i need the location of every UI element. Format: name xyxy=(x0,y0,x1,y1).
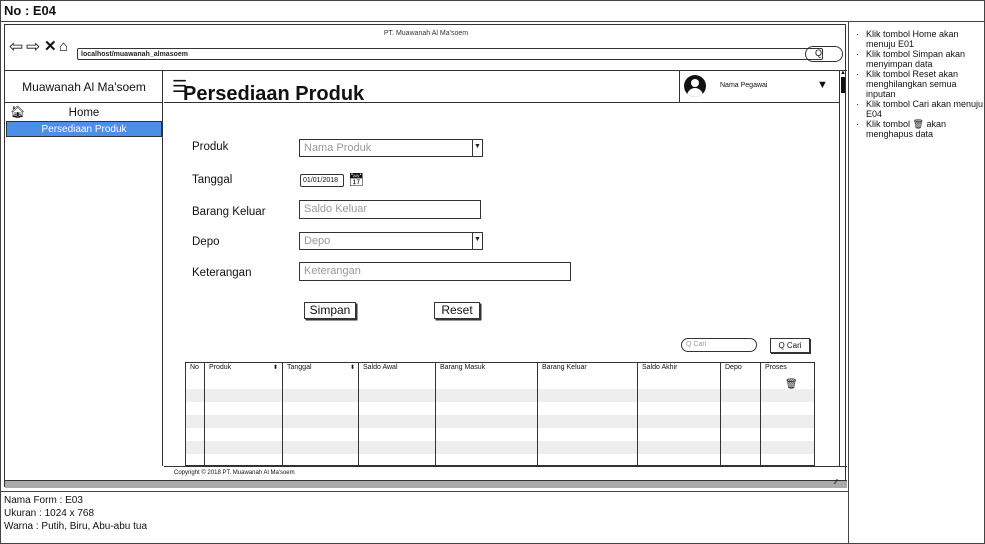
note-item: Klik tombol Home akan menuju E01 xyxy=(856,29,984,49)
column-barang-keluar xyxy=(538,363,638,467)
barang-keluar-label: Barang Keluar xyxy=(192,206,266,218)
produk-select[interactable]: Nama Produk ▼ xyxy=(299,139,483,157)
column-tanggal xyxy=(283,363,359,467)
scroll-up-icon[interactable]: ▲ xyxy=(840,70,846,76)
column-produk xyxy=(205,363,283,467)
trash-icon[interactable]: 🗑︎ xyxy=(785,379,798,390)
form-colors: Warna : Putih, Biru, Abu-abu tua xyxy=(4,521,148,532)
note-item: Klik tombol Simpan akan menyimpan data xyxy=(856,49,984,69)
table-header-saldo-awal[interactable]: Saldo Awal xyxy=(363,364,398,371)
keterangan-label: Keterangan xyxy=(192,267,252,279)
column-depo xyxy=(721,363,761,467)
avatar xyxy=(684,75,706,97)
close-icon[interactable]: ✕ xyxy=(44,38,57,55)
forward-icon[interactable]: ⇨ xyxy=(26,38,40,55)
reset-button[interactable]: Reset xyxy=(434,302,480,319)
scroll-thumb[interactable] xyxy=(841,77,845,93)
copyright: Copyright © 2018 PT. Muawanah Al Ma'soem xyxy=(164,466,847,480)
browser-title: PT. Muawanah Al Ma'soem xyxy=(383,30,469,37)
form-name: Nama Form : E03 xyxy=(4,495,83,506)
save-button[interactable]: Simpan xyxy=(304,302,356,319)
search-input[interactable]: Q Cari xyxy=(681,338,757,352)
depo-select[interactable]: Depo ▼ xyxy=(299,232,483,250)
table-header-proses[interactable]: Proses xyxy=(765,364,787,371)
form-info: Nama Form : E03 Ukuran : 1024 x 768 Warn… xyxy=(4,494,147,533)
calendar-icon[interactable]: 📅︎ xyxy=(348,172,365,188)
depo-placeholder: Depo xyxy=(304,235,331,247)
column-no xyxy=(186,363,205,467)
sidebar: Muawanah Al Ma'soem 🏠︎ Home Persediaan P… xyxy=(5,71,163,466)
data-table: No Produk ⬍ Tanggal ⬍ Saldo Awal Barang … xyxy=(185,362,815,467)
divider xyxy=(0,21,985,22)
column-saldo-akhir xyxy=(638,363,721,467)
status-bar xyxy=(5,480,847,488)
sidebar-item-home[interactable]: 🏠︎ Home xyxy=(5,105,163,121)
notes-panel: Klik tombol Home akan menuju E01 Klik to… xyxy=(856,29,984,139)
note-item: Klik tombol 🗑︎ akan menghapus data xyxy=(856,119,984,139)
sort-icon[interactable]: ⬍ xyxy=(273,364,278,371)
table-header-barang-masuk[interactable]: Barang Masuk xyxy=(440,364,485,371)
sidebar-item-persediaan-produk[interactable]: Persediaan Produk xyxy=(6,121,162,137)
url-bar[interactable]: localhost/muawanah_almasoem xyxy=(77,48,823,60)
trash-icon: 🗑︎ xyxy=(912,119,924,129)
user-name: Nama Pegawai xyxy=(720,82,768,89)
divider xyxy=(0,491,848,492)
keterangan-input[interactable]: Keterangan xyxy=(299,262,571,281)
table-header-no[interactable]: No xyxy=(190,364,199,371)
chevron-down-icon[interactable]: ▼ xyxy=(472,232,482,250)
note-item: Klik tombol Reset akan menghilangkan sem… xyxy=(856,69,984,99)
resize-grip-icon[interactable]: ⁄⁄ xyxy=(835,479,837,486)
note-item: Klik tombol Cari akan menuju E04 xyxy=(856,99,984,119)
back-icon[interactable]: ⇦ xyxy=(9,38,23,55)
screen-id: No : E04 xyxy=(4,3,57,18)
sort-icon[interactable]: ⬍ xyxy=(350,364,355,371)
browser-search-icon[interactable]: Q xyxy=(805,46,843,62)
table-header-tanggal[interactable]: Tanggal xyxy=(287,364,312,371)
produk-label: Produk xyxy=(192,141,229,153)
brand-title: Muawanah Al Ma'soem xyxy=(5,71,163,103)
column-saldo-awal xyxy=(359,363,436,467)
column-barang-masuk xyxy=(436,363,538,467)
table-header-saldo-akhir[interactable]: Saldo Akhir xyxy=(642,364,677,371)
depo-label: Depo xyxy=(192,236,220,248)
scrollbar[interactable]: ▲ xyxy=(839,70,846,466)
table-header-produk[interactable]: Produk xyxy=(209,364,231,371)
divider xyxy=(848,22,849,544)
tanggal-input[interactable]: 01/01/2018 xyxy=(300,174,344,187)
table-header-barang-keluar[interactable]: Barang Keluar xyxy=(542,364,587,371)
chevron-down-icon[interactable]: ▼ xyxy=(817,79,828,91)
chevron-down-icon[interactable]: ▼ xyxy=(472,139,482,157)
home-nav-icon[interactable]: ⌂ xyxy=(59,38,68,55)
user-menu[interactable]: Nama Pegawai ▼ xyxy=(679,71,835,102)
table-header-depo[interactable]: Depo xyxy=(725,364,742,371)
form-size: Ukuran : 1024 x 768 xyxy=(4,508,95,519)
sidebar-item-label: Home xyxy=(68,107,100,119)
produk-placeholder: Nama Produk xyxy=(304,142,372,154)
barang-keluar-input[interactable]: Saldo Keluar xyxy=(299,200,481,219)
search-button[interactable]: Q Cari xyxy=(770,338,810,353)
page-title: Persediaan Produk xyxy=(183,83,365,105)
tanggal-label: Tanggal xyxy=(192,174,233,186)
